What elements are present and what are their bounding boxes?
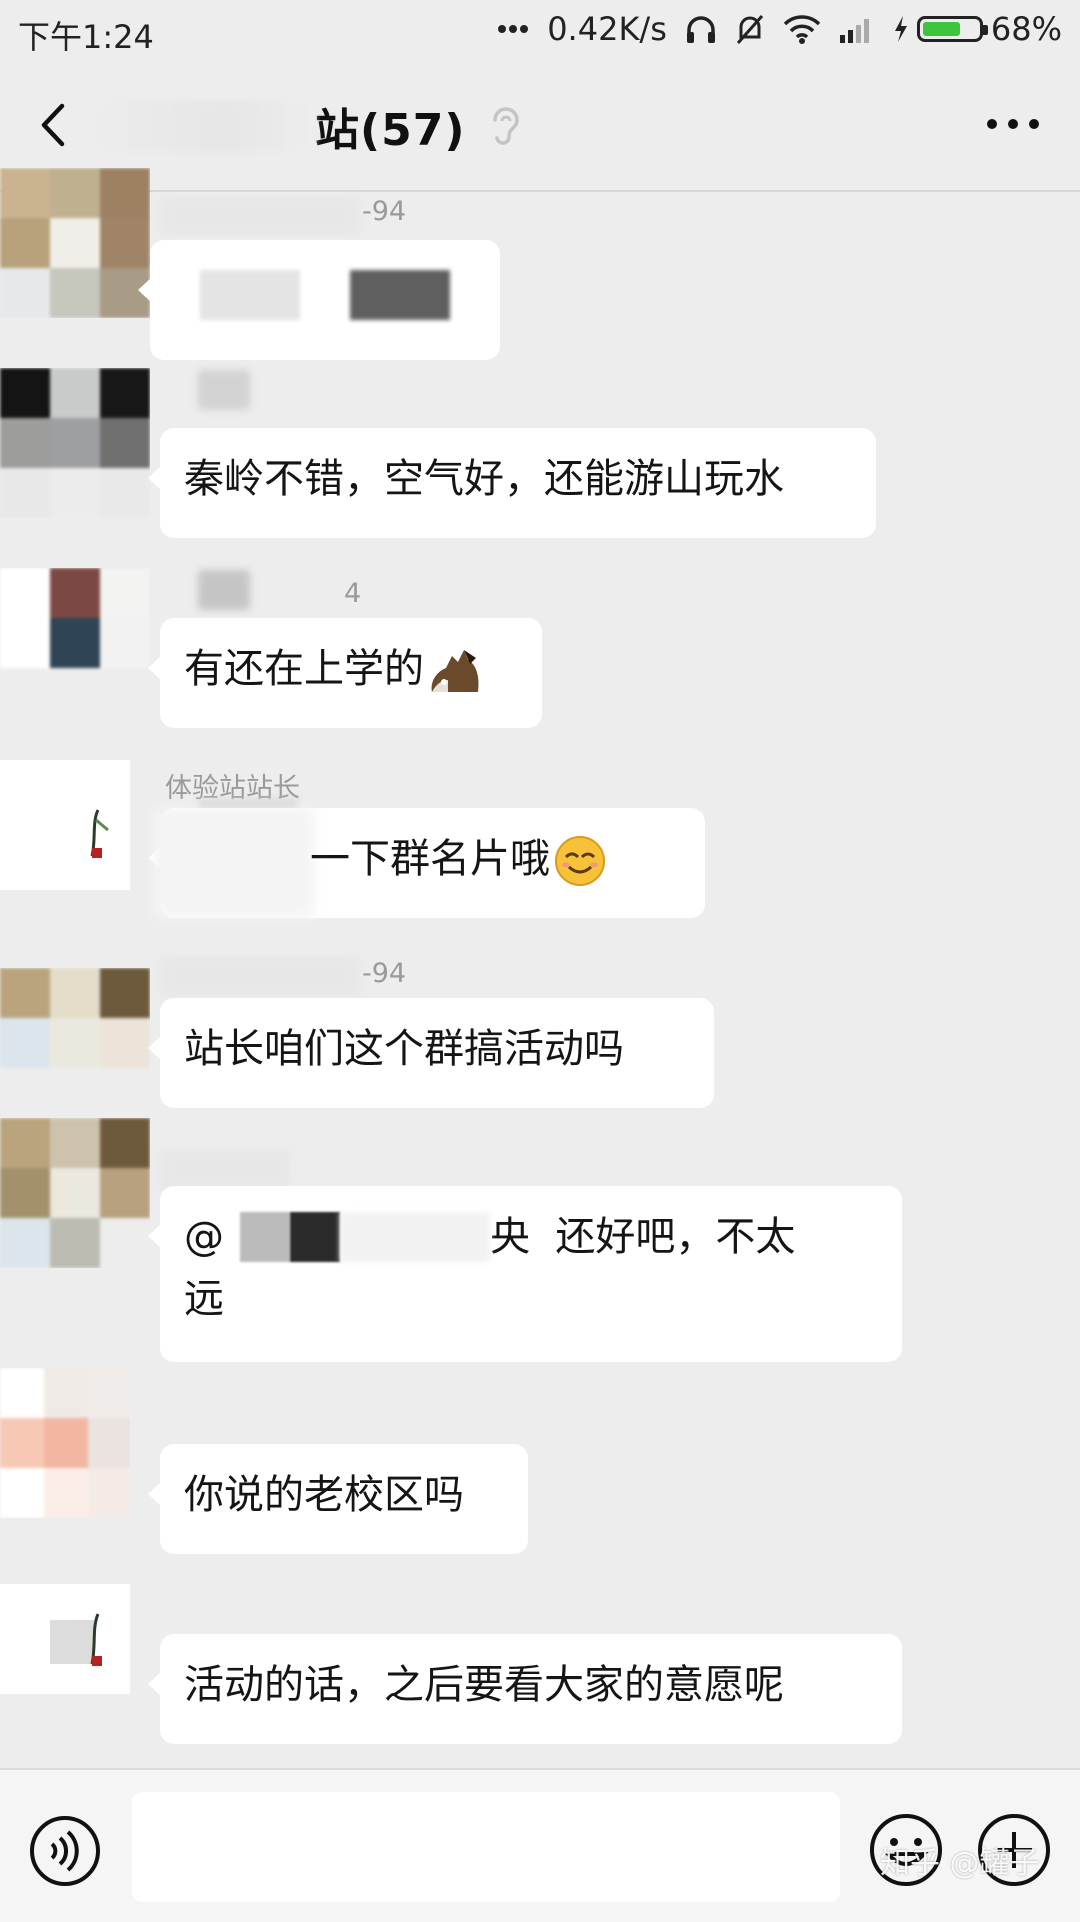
- blurred-name: [160, 956, 360, 996]
- avatar[interactable]: [0, 168, 150, 318]
- wifi-icon: [783, 15, 821, 44]
- sender-name: -94: [362, 196, 407, 227]
- net-speed: 0.42K/s: [547, 10, 667, 48]
- sender-name: 4: [344, 578, 362, 609]
- back-icon[interactable]: [30, 100, 80, 150]
- message-input[interactable]: [132, 1792, 840, 1902]
- dots-icon: [498, 25, 529, 33]
- message-text: 有还在上学的: [184, 646, 424, 692]
- message-bubble[interactable]: 站长咱们这个群搞活动吗: [148, 998, 714, 1108]
- message-bubble[interactable]: 秦岭不错，空气好，还能游山玩水: [148, 428, 876, 538]
- watermark: 知乎 @罐子: [880, 1846, 1040, 1881]
- mute-bell-icon: [736, 15, 763, 44]
- signal-icon: [839, 19, 869, 43]
- message-bubble[interactable]: 一下群名片哦: [148, 808, 705, 918]
- message-text: 站长咱们这个群搞活动吗: [184, 1026, 624, 1072]
- message-bubble[interactable]: 活动的话，之后要看大家的意愿呢: [148, 1634, 902, 1744]
- message-text: 活动的话，之后要看大家的意愿呢: [184, 1662, 784, 1708]
- avatar[interactable]: [0, 1368, 130, 1518]
- blurred-name: [160, 1150, 290, 1190]
- battery-percent: 68%: [990, 10, 1062, 48]
- message-bubble[interactable]: [138, 240, 500, 360]
- avatar[interactable]: [0, 368, 150, 518]
- message-bubble[interactable]: @ 央 还好吧，不太 远: [148, 1186, 902, 1362]
- battery: 68%: [893, 10, 1062, 48]
- avatar[interactable]: [0, 568, 150, 718]
- sender-name: -94: [362, 958, 407, 989]
- message-text: 央 还好吧，不太: [490, 1214, 796, 1260]
- nav-bar: 站(57): [0, 62, 1080, 192]
- blurred-name: [198, 370, 250, 410]
- status-bar: 下午1:24 0.42K/s 68%: [0, 0, 1080, 62]
- status-icons: 0.42K/s 68%: [497, 10, 1062, 48]
- blurred-name: [160, 196, 360, 236]
- message-bubble[interactable]: 你说的老校区吗: [148, 1444, 528, 1554]
- message-bubble[interactable]: 有还在上学的: [148, 618, 542, 728]
- blurred-title: [95, 100, 315, 152]
- avatar[interactable]: [0, 968, 150, 1118]
- battery-icon: [916, 16, 988, 42]
- voice-icon[interactable]: [28, 1814, 102, 1888]
- message-text: 秦岭不错，空气好，还能游山玩水: [184, 456, 784, 502]
- mention-at[interactable]: @: [184, 1206, 224, 1268]
- message-text-line2: 远: [184, 1276, 224, 1322]
- avatar[interactable]: [0, 1118, 150, 1268]
- blurred-name: [198, 570, 250, 610]
- horse-emoji: [431, 650, 479, 692]
- more-icon[interactable]: [984, 114, 1042, 134]
- nav-title-area: 站(57): [95, 96, 523, 156]
- message-text: 一下群名片哦: [310, 836, 550, 882]
- message-text: 你说的老校区吗: [184, 1472, 464, 1518]
- ear-icon: [493, 107, 520, 145]
- status-time: 下午1:24: [18, 18, 154, 56]
- charging-icon: [894, 16, 907, 42]
- avatar[interactable]: [0, 1584, 130, 1694]
- smile-emoji: [555, 836, 605, 886]
- avatar[interactable]: [0, 760, 130, 890]
- page-title: 站(57): [315, 105, 466, 156]
- headphone-icon: [686, 16, 715, 43]
